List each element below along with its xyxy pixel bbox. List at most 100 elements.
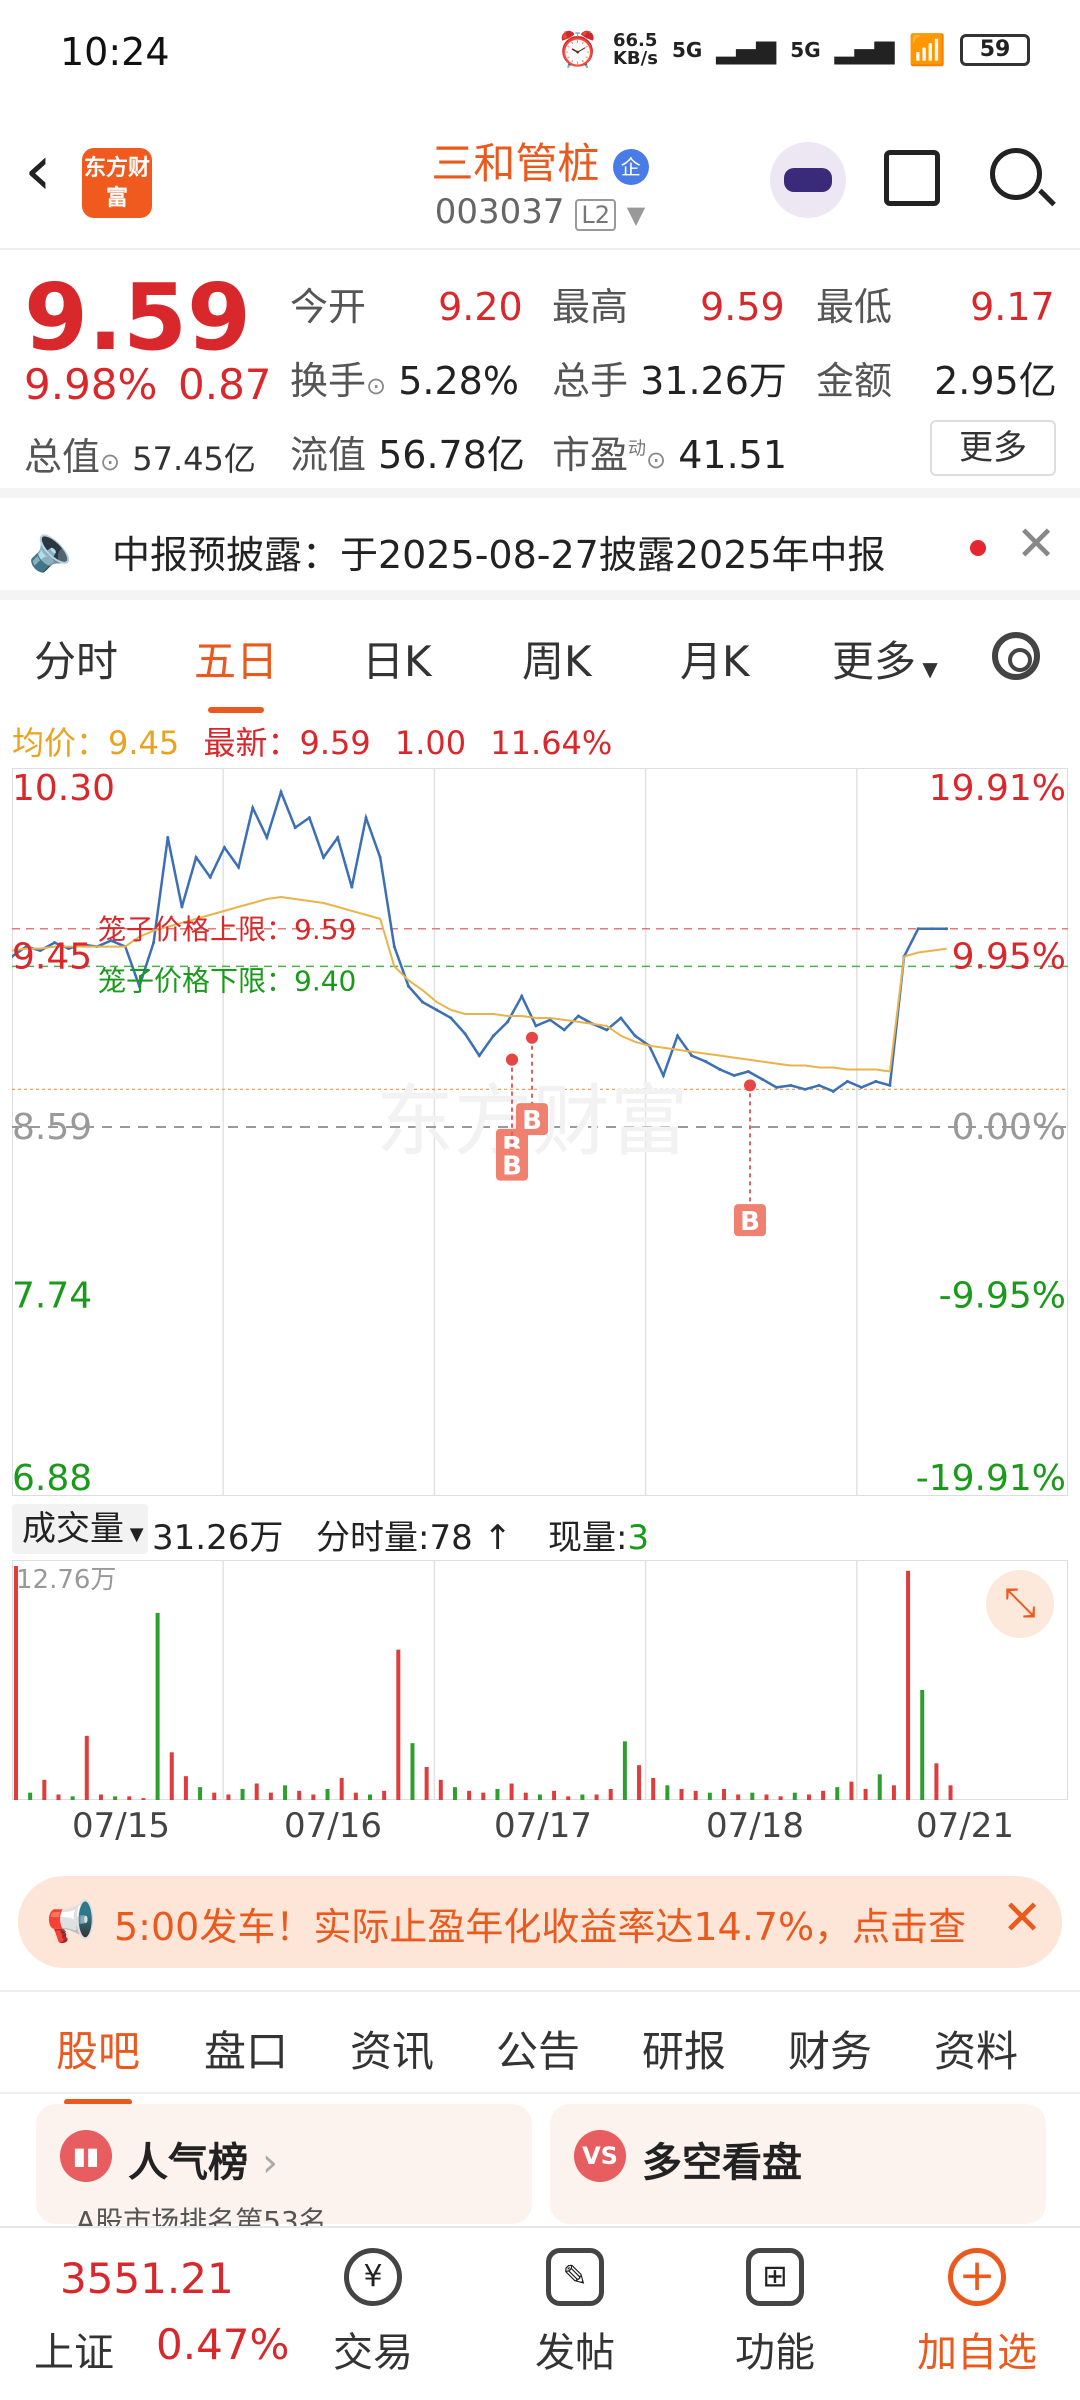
- price-point: [534, 1024, 538, 1028]
- tab-five-day[interactable]: 五日: [194, 628, 278, 713]
- volume-header: 成交量 ▼ 31.26万 分时量:78 ↑ 现量:3: [12, 1504, 1068, 1560]
- status-icons: ⏰ 66.5 KB/s 5G ▂▄▆ 5G ▂▄▆ 📶 59: [557, 30, 1030, 70]
- high-value: 9.59: [700, 285, 785, 329]
- signal-5g-1: 5G: [671, 38, 703, 62]
- float-cap-field: 流值 56.78亿: [290, 424, 525, 479]
- share-icon[interactable]: [884, 150, 940, 206]
- indicator-select[interactable]: 成交量 ▼: [12, 1504, 148, 1554]
- bottom-bar: 3551.21 上证 0.47% ¥ 交易 ✎ 发帖 ⊞ 功能 + 加自选: [0, 2226, 1080, 2400]
- gear-icon[interactable]: [992, 632, 1040, 680]
- post-button[interactable]: ✎ 发帖: [510, 2248, 640, 2378]
- post-label: 发帖: [535, 2330, 615, 2376]
- tab-more[interactable]: 更多 ▼: [832, 628, 938, 689]
- tab-announcements[interactable]: 公告: [496, 2018, 580, 2079]
- volume-bar: [750, 1792, 755, 1800]
- volume-bar: [353, 1792, 358, 1800]
- price-point: [945, 927, 949, 931]
- price-point: [265, 836, 269, 840]
- price-point: [166, 836, 170, 840]
- alarm-icon: ⏰: [556, 30, 599, 70]
- price-point: [449, 1016, 453, 1020]
- tab-research[interactable]: 研报: [642, 2018, 726, 2079]
- pe-sup: 动: [628, 438, 647, 460]
- volume-bar: [736, 1794, 741, 1800]
- tab-monthly-k[interactable]: 月K: [680, 628, 750, 689]
- chart-tabs: 分时 五日 日K 周K 月K 更多 ▼: [0, 600, 1080, 713]
- volume-bar: [212, 1792, 217, 1800]
- popularity-card[interactable]: ▮▮ 人气榜 › A股市场排名第53名: [36, 2104, 532, 2238]
- price-point: [477, 1054, 481, 1058]
- market-cap-value: 57.45亿: [132, 440, 256, 478]
- caret-down-icon: ▼: [124, 1524, 144, 1545]
- promo-text[interactable]: 5:00发车！实际止盈年化收益率达14.7%，点击查: [114, 1896, 994, 1951]
- amount-field: 金额 2.95亿: [816, 350, 1057, 405]
- tab-pankou[interactable]: 盘口: [204, 2018, 288, 2079]
- more-quote-button[interactable]: 更多: [930, 420, 1056, 476]
- volume-bar: [523, 1792, 528, 1800]
- volume-value: 31.26万: [640, 359, 787, 403]
- info-icon[interactable]: ⊙: [366, 372, 386, 400]
- tab-profile[interactable]: 资料: [934, 2018, 1018, 2079]
- tab-intraday[interactable]: 分时: [34, 628, 118, 689]
- volume-bar: [707, 1792, 712, 1800]
- volume-bar: [877, 1774, 882, 1800]
- float-cap-label: 流值: [290, 433, 367, 477]
- price-point: [888, 1083, 892, 1087]
- info-icon[interactable]: ⊙: [100, 448, 120, 476]
- avg-value: 9.45: [108, 724, 180, 762]
- tab-daily-k[interactable]: 日K: [362, 628, 432, 689]
- promo-banner[interactable]: 📢 5:00发车！实际止盈年化收益率达14.7%，点击查 ✕: [18, 1876, 1062, 1968]
- five-day-price-chart[interactable]: 东方财富 10.309.458.597.746.8819.91%9.95%0.0…: [12, 768, 1068, 1496]
- volume-chart[interactable]: 12.76万: [12, 1560, 1068, 1800]
- volume-bar: [438, 1779, 443, 1800]
- volume-bar: [198, 1787, 203, 1800]
- current-volume-label: 现量:: [548, 1518, 628, 1558]
- float-cap-value: 56.78亿: [378, 433, 525, 477]
- y-tick-left: 7.74: [12, 1276, 92, 1317]
- signal-5g-2: 5G: [790, 38, 821, 62]
- trade-mark-label: B: [740, 1207, 760, 1237]
- price-point: [930, 927, 934, 931]
- functions-button[interactable]: ⊞ 功能: [710, 2248, 840, 2378]
- expand-icon[interactable]: ⤡: [986, 1570, 1054, 1638]
- robot-assistant-icon[interactable]: [770, 142, 846, 218]
- close-icon[interactable]: ✕: [1016, 516, 1056, 572]
- current-volume-value: 3: [627, 1518, 650, 1558]
- edit-icon: ✎: [546, 2248, 604, 2306]
- price-point: [208, 875, 212, 879]
- tab-news[interactable]: 资讯: [350, 2018, 434, 2079]
- tab-guba[interactable]: 股吧: [56, 2018, 140, 2105]
- status-time: 10:24: [60, 30, 170, 74]
- volume-bar: [637, 1765, 642, 1800]
- volume-bar: [622, 1741, 627, 1800]
- bull-bear-card[interactable]: VS 多空看盘: [550, 2104, 1046, 2224]
- turnover-label: 换手: [290, 359, 367, 403]
- volume-bar: [155, 1612, 160, 1800]
- volume-bar: [481, 1792, 486, 1800]
- notice-text[interactable]: 中报预披露：于2025-08-27披露2025年中报: [112, 524, 886, 579]
- trade-button[interactable]: ¥ 交易: [308, 2248, 438, 2378]
- volume-bar: [325, 1788, 330, 1800]
- volume-bar: [509, 1783, 514, 1800]
- tick-volume: 分时量:78 ↑: [316, 1518, 513, 1558]
- volume-bar: [226, 1794, 231, 1800]
- popularity-title: 人气榜 ›: [128, 2130, 278, 2188]
- date-label: 07/17: [494, 1806, 592, 1846]
- volume-bar: [339, 1777, 344, 1800]
- low-field: 最低 9.17: [816, 276, 1055, 331]
- price-point: [237, 865, 241, 869]
- y-tick-left: 10.30: [12, 768, 115, 809]
- volume-bar: [141, 1798, 146, 1800]
- unread-dot: [970, 540, 986, 556]
- notice-bar[interactable]: 🔈 中报预披露：于2025-08-27披露2025年中报 ✕: [0, 498, 1080, 600]
- tab-weekly-k[interactable]: 周K: [522, 628, 592, 689]
- y-tick-left: 6.88: [12, 1458, 92, 1496]
- tab-finance[interactable]: 财务: [788, 2018, 872, 2079]
- close-icon[interactable]: ✕: [1002, 1890, 1042, 1946]
- price-point: [435, 1008, 439, 1012]
- info-icon[interactable]: ⊙: [646, 446, 666, 474]
- wifi-icon: 📶: [908, 32, 946, 68]
- index-value: 3551.21: [60, 2254, 234, 2303]
- search-icon[interactable]: [990, 148, 1042, 200]
- add-watchlist-button[interactable]: + 加自选: [912, 2248, 1042, 2378]
